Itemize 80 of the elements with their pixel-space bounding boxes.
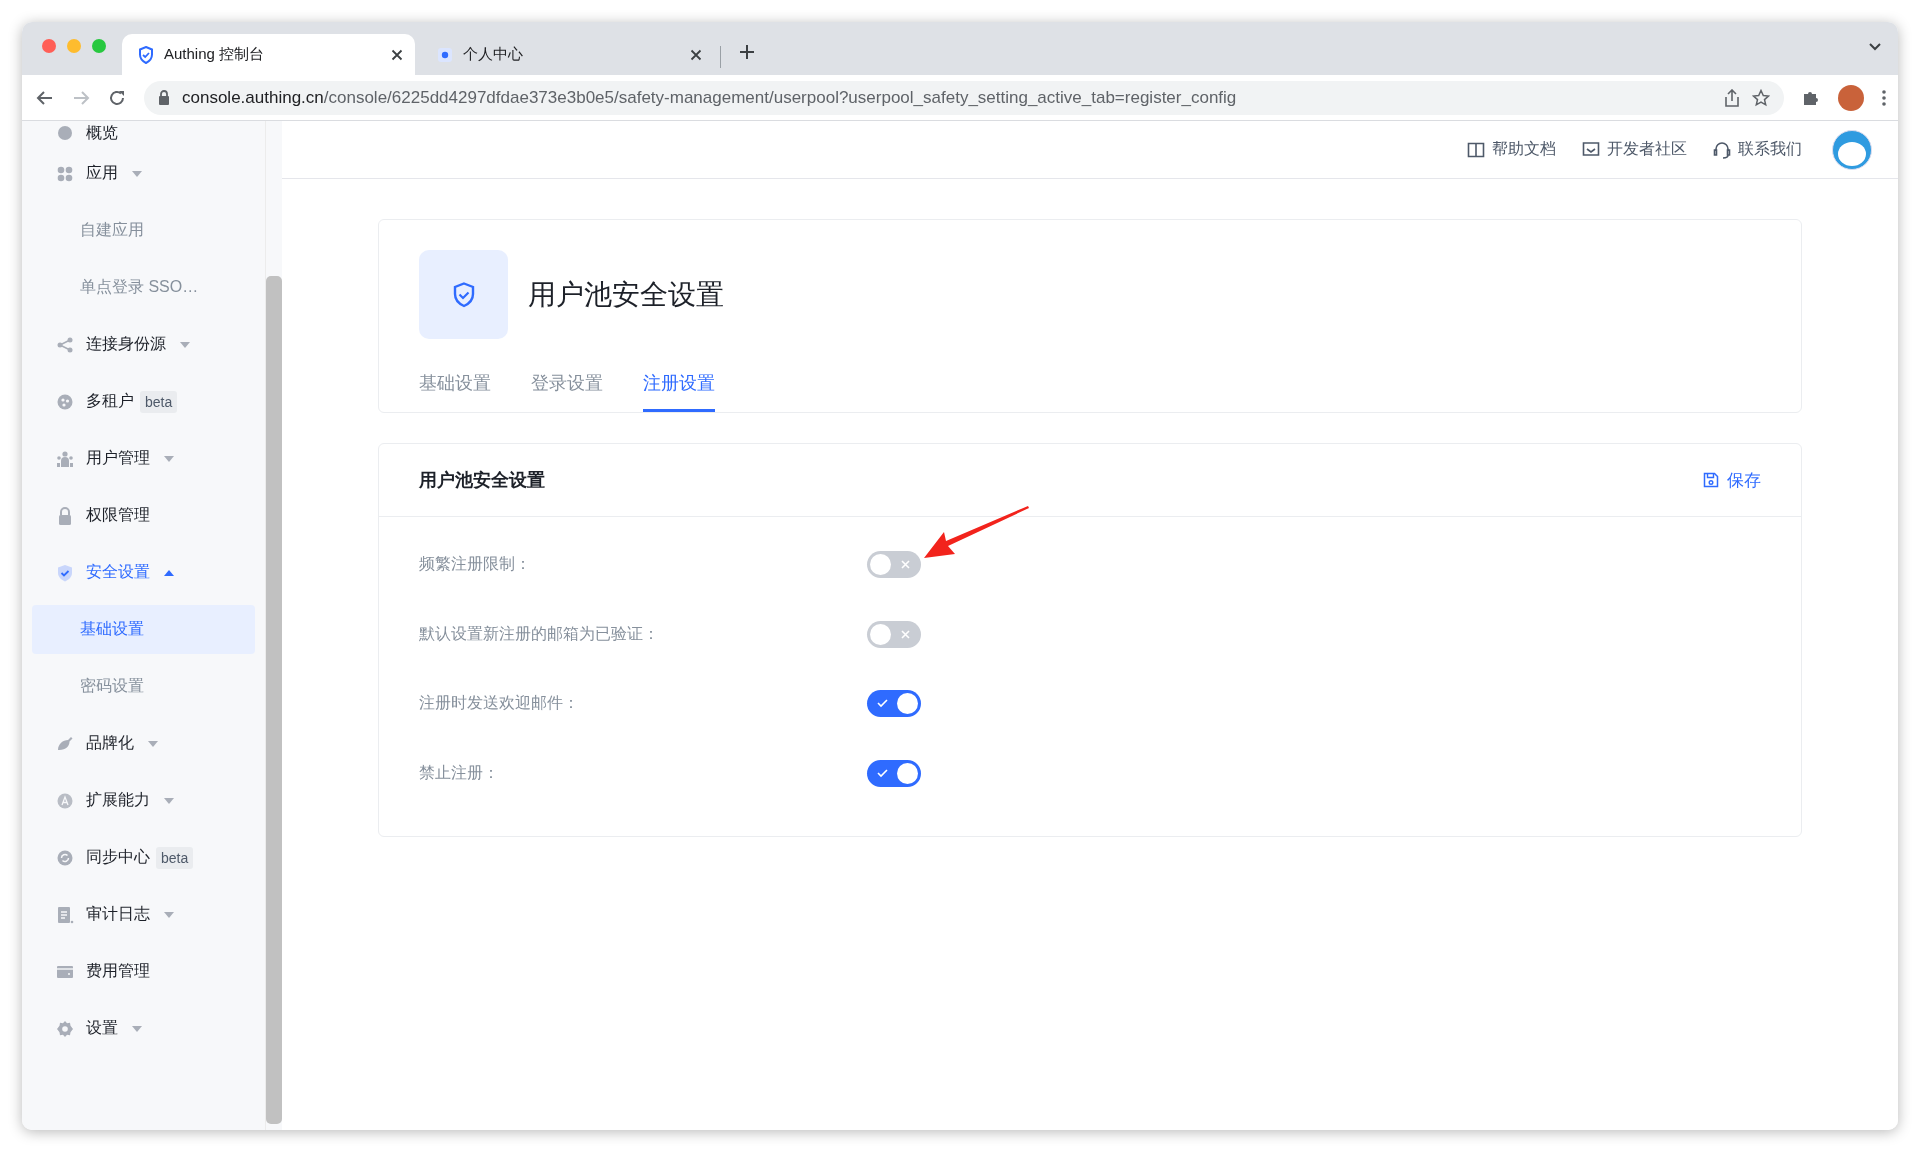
beta-badge: beta	[156, 846, 194, 869]
scrollbar-thumb[interactable]	[266, 276, 282, 1124]
browser-tab[interactable]: 个人中心	[421, 34, 714, 75]
caret-down-icon[interactable]	[132, 1025, 142, 1032]
sidebar-item[interactable]: 概览	[86, 122, 118, 144]
caret-down-icon[interactable]	[148, 740, 158, 747]
lock-icon	[56, 506, 74, 525]
save-icon	[1703, 472, 1719, 488]
sidebar-item[interactable]: 用户管理	[86, 448, 150, 469]
close-icon	[901, 629, 910, 639]
section-title: 用户池安全设置	[419, 469, 545, 492]
close-window-button[interactable]	[42, 38, 56, 53]
caret-down-icon[interactable]	[164, 797, 174, 804]
chevron-down-icon[interactable]	[1868, 42, 1882, 52]
close-icon[interactable]	[391, 48, 403, 61]
setting-label: 注册时发送欢迎邮件：	[419, 693, 580, 714]
zoom-window-button[interactable]	[92, 38, 106, 53]
shield-icon	[56, 563, 74, 582]
sidebar-item[interactable]: 安全设置	[86, 562, 150, 583]
caret-down-icon[interactable]	[180, 341, 190, 348]
setting-label: 频繁注册限制：	[419, 554, 532, 575]
settings-icon	[56, 1019, 74, 1038]
setting-label: 禁止注册：	[419, 762, 500, 783]
lock-icon	[158, 90, 170, 105]
book-icon	[1467, 140, 1485, 159]
sidebar-item[interactable]: 扩展能力	[86, 790, 150, 811]
save-button[interactable]: 保存	[1703, 464, 1761, 496]
check-icon	[877, 767, 888, 778]
share-icon	[56, 335, 74, 354]
toggle-switch[interactable]	[867, 690, 921, 718]
sidebar-item[interactable]: 权限管理	[86, 505, 150, 526]
check-icon	[877, 698, 888, 709]
sidebar-subitem[interactable]: 基础设置	[32, 605, 255, 654]
toggle-switch[interactable]	[867, 759, 921, 787]
sidebar-item[interactable]: 应用	[86, 163, 118, 184]
sidebar-item[interactable]: 同步中心	[86, 847, 150, 868]
beta-badge: beta	[140, 390, 178, 413]
setting-label: 默认设置新注册的邮箱为已验证：	[419, 623, 660, 644]
shield-icon	[452, 281, 475, 308]
sidebar-item[interactable]: 费用管理	[86, 961, 150, 982]
sidebar-item[interactable]: 连接身份源	[86, 334, 166, 355]
star-icon[interactable]	[1752, 88, 1770, 107]
profile-avatar[interactable]	[1838, 84, 1864, 111]
shield-icon	[138, 45, 154, 64]
caret-down-icon[interactable]	[164, 911, 174, 918]
caret-up-icon[interactable]	[164, 569, 174, 576]
sidebar-item[interactable]: 多租户	[86, 391, 134, 412]
close-icon[interactable]	[690, 48, 702, 61]
favicon-icon	[437, 46, 453, 63]
sidebar-item[interactable]: 审计日志	[86, 904, 150, 925]
back-icon[interactable]	[36, 88, 54, 107]
sync-icon	[56, 848, 74, 867]
close-icon	[901, 560, 910, 570]
people-icon	[56, 449, 74, 468]
document-icon	[56, 905, 74, 924]
circle-icon	[56, 392, 74, 411]
message-icon	[1582, 140, 1600, 159]
page-title: 用户池安全设置	[528, 277, 724, 312]
caret-down-icon[interactable]	[132, 170, 142, 177]
new-tab-icon[interactable]	[739, 43, 755, 60]
header-link[interactable]: 帮助文档	[1467, 139, 1556, 160]
circle-icon	[56, 124, 74, 142]
header-link[interactable]: 开发者社区	[1582, 139, 1687, 160]
headset-icon	[1713, 140, 1731, 159]
caret-down-icon[interactable]	[164, 455, 174, 462]
toggle-switch[interactable]	[867, 551, 921, 579]
sidebar-item[interactable]: 品牌化	[86, 733, 134, 754]
share-icon[interactable]	[1724, 88, 1740, 107]
grid-icon	[56, 164, 74, 183]
user-avatar[interactable]	[1832, 129, 1872, 170]
forward-icon[interactable]	[72, 88, 90, 107]
sidebar-item[interactable]: 设置	[86, 1018, 118, 1039]
leaf-icon	[56, 734, 74, 753]
circle-icon	[56, 791, 74, 810]
header-link[interactable]: 联系我们	[1713, 139, 1802, 160]
more-icon[interactable]	[1882, 89, 1886, 106]
settings-tab[interactable]: 注册设置	[643, 363, 715, 412]
reload-icon[interactable]	[108, 88, 126, 107]
toggle-switch[interactable]	[867, 620, 921, 648]
browser-tab[interactable]: Authing 控制台	[122, 34, 415, 75]
